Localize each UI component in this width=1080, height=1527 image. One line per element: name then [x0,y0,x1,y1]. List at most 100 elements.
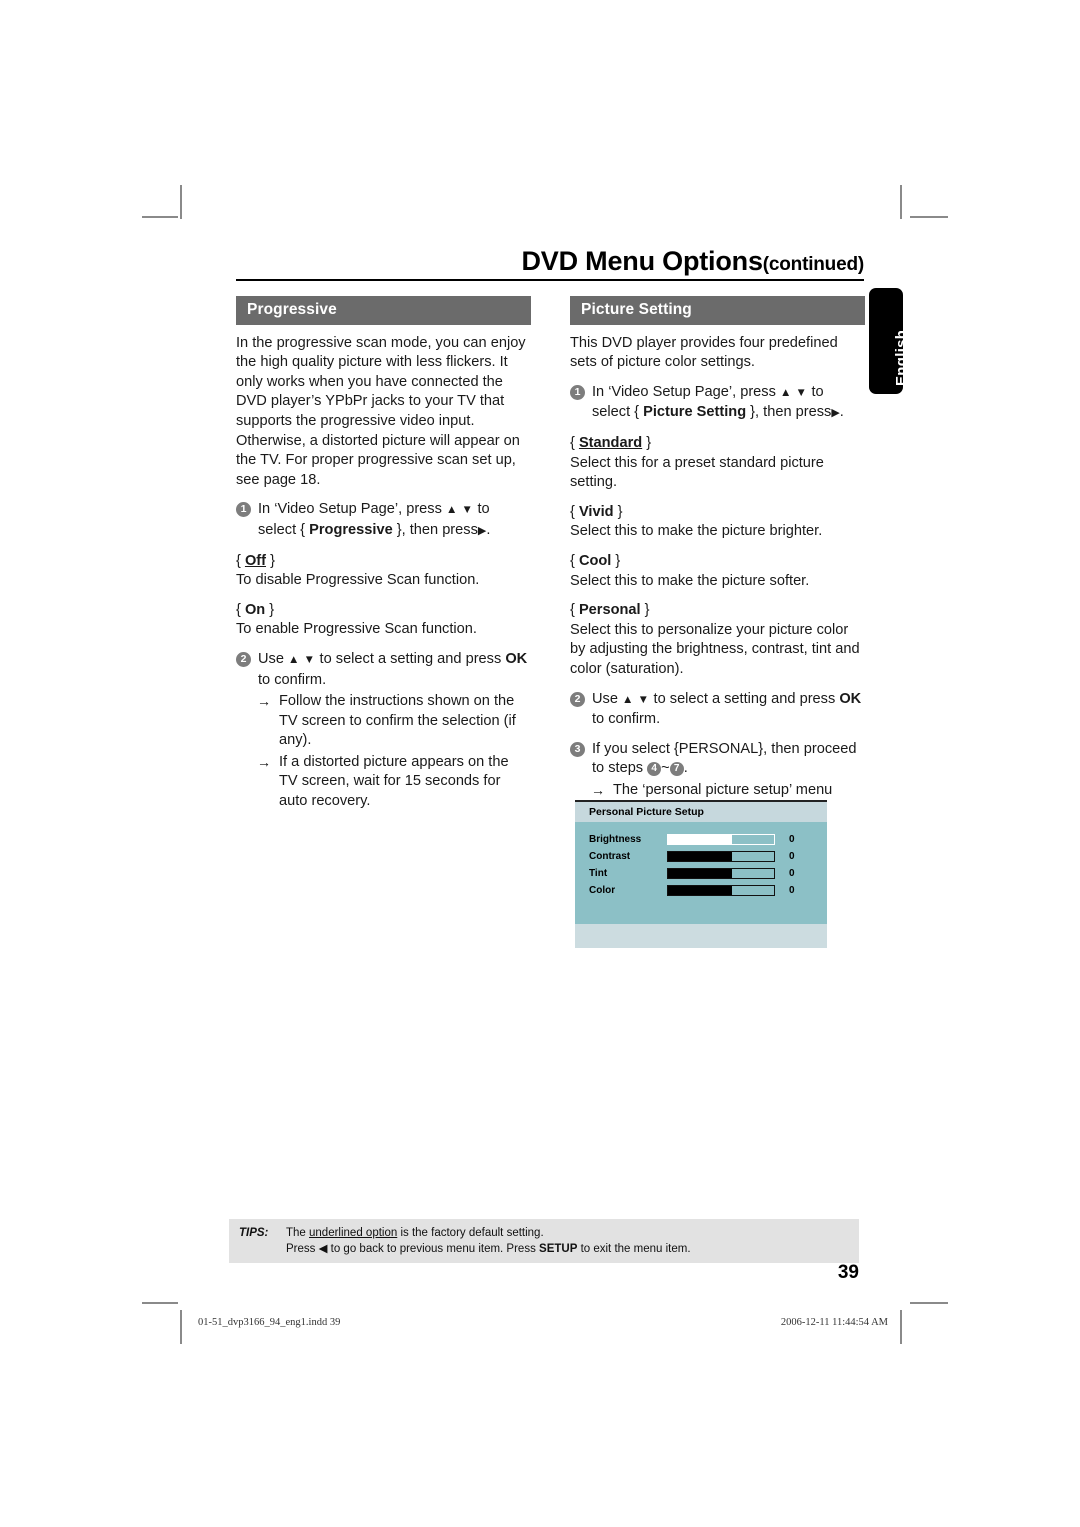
osd-slider-contrast[interactable] [667,850,775,862]
step-number-badge: 2 [570,691,585,707]
step-number-badge: 3 [570,741,585,757]
option-block-on: { On } To enable Progressive Scan functi… [236,601,531,640]
osd-title: Personal Picture Setup [575,802,827,822]
step-1-text-end: . [839,404,844,421]
crop-mark-top-left-horizontal [142,216,178,218]
brace-open: { [570,602,579,619]
step-1-text-end: . [486,521,491,538]
up-down-arrows-icon: ▲ ▼ [622,693,650,706]
option-desc-on: To enable Progressive Scan function. [236,621,477,638]
brace-open: { [236,552,245,569]
language-tab-label: English [893,329,910,386]
page-title: DVD Menu Options(continued) [236,247,864,279]
tips-line-2-pre: Press [286,1243,319,1255]
ok-button-reference: OK [839,690,862,707]
osd-row-tint[interactable]: Tint 0 [589,865,827,881]
tips-line-1-post: is the factory default setting. [397,1227,544,1239]
step-3-text-end: . [683,760,688,777]
brace-close: } [265,601,275,618]
right-arrow-icon: ▶ [831,407,840,420]
option-label-on: { On } [236,601,531,621]
option-label-vivid: { Vivid } [570,503,865,523]
step-2-text-pre: Use [258,650,284,667]
brace-close: } [611,552,621,569]
page-title-main: DVD Menu Options [521,246,763,276]
personal-picture-setup-menu: Personal Picture Setup Brightness 0 Cont… [575,800,827,948]
brace-open: { [236,601,245,618]
step-2-text-pre: Use [592,690,618,707]
tips-content: The underlined option is the factory def… [286,1225,691,1257]
osd-label-color: Color [589,884,616,896]
step-1-text-pre: In ‘Video Setup Page’, press [592,383,776,400]
up-down-arrows-icon: ▲ ▼ [445,504,474,517]
option-label-cool: { Cool } [570,552,865,572]
substep-text: If a distorted picture appears on the TV… [279,753,509,810]
osd-row-brightness[interactable]: Brightness 0 [589,831,827,847]
osd-slider-brightness[interactable] [667,833,775,845]
setup-button-reference: SETUP [539,1243,578,1255]
up-down-arrows-icon: ▲ ▼ [779,386,808,399]
option-block-vivid: { Vivid } Select this to make the pictur… [570,503,865,542]
imprint-timestamp: 2006-12-11 11:44:54 AM [780,1317,888,1328]
crop-mark-bottom-right-vertical [900,1310,902,1344]
step-2-text-post: to confirm. [592,711,661,728]
option-desc-off: To disable Progressive Scan function. [236,572,480,589]
brace-close: } [266,552,275,569]
picture-setting-intro-text: This DVD player provides four predefined… [570,334,838,371]
picture-setting-step-3: 3 If you select {PERSONAL}, then proceed… [570,740,865,779]
brace-close: } [640,602,650,619]
option-desc-cool: Select this to make the picture softer. [570,572,810,589]
step-1-text-pre: In ‘Video Setup Page’, press [258,501,442,518]
step-reference-badge-from: 4 [647,762,662,777]
option-name-text: Off [244,552,267,569]
option-name: Cool [578,552,612,569]
tips-label: TIPS: [239,1227,269,1239]
option-label-off: { Off } [236,552,531,572]
step-reference-badge-to: 7 [669,762,684,777]
language-tab-english: English [869,288,910,394]
osd-value-color: 0 [789,884,795,896]
option-block-off: { Off } To disable Progressive Scan func… [236,552,531,591]
option-desc-standard: Select this for a preset standard pictur… [570,454,824,491]
step-2-text-mid: to select a setting and press [653,690,836,707]
osd-slider-fill [668,885,732,895]
osd-slider-fill [668,851,732,861]
step-3-text-pre: If you select {PERSONAL}, then proceed t… [592,740,857,777]
osd-label-contrast: Contrast [589,850,631,862]
brace-close: } [642,434,652,451]
option-label-personal: { Personal } [570,601,865,621]
option-label-standard: { Standard } [570,434,865,454]
step-2-text-post: to confirm. [258,671,327,688]
osd-label-brightness: Brightness [589,833,642,845]
osd-slider-tint[interactable] [667,867,775,879]
section-header-progressive: Progressive [236,296,531,325]
title-rule [236,279,864,282]
osd-slider-color[interactable] [667,884,775,896]
option-desc-vivid: Select this to make the picture brighter… [570,523,823,540]
step-range-tilde: ~ [661,760,670,777]
osd-slider-fill [668,834,732,844]
step-2-text-mid: to select a setting and press [319,650,502,667]
option-block-standard: { Standard } Select this for a preset st… [570,434,865,493]
option-name: Off [245,553,266,569]
osd-row-color[interactable]: Color 0 [589,882,827,898]
crop-mark-bottom-right-horizontal [910,1302,948,1304]
option-name: On [244,601,266,618]
step-number-badge: 2 [236,651,251,667]
option-name-text: Standard [578,434,643,451]
osd-value-brightness: 0 [789,833,795,845]
osd-row-contrast[interactable]: Contrast 0 [589,848,827,864]
osd-rows: Brightness 0 Contrast 0 Tint 0 Color 0 [575,822,827,898]
picture-setting-step-2: 2 Use ▲ ▼ to select a setting and press … [570,690,865,730]
arrow-right-icon: → [257,753,271,770]
option-name: Standard [579,435,642,451]
step-1-text-post: }, then press [396,521,478,538]
progressive-substep-1: → Follow the instructions shown on the T… [257,692,531,751]
arrow-right-icon: → [257,693,271,710]
page-title-continued: (continued) [762,254,864,275]
tips-line-2: Press ◀ to go back to previous menu item… [286,1241,691,1257]
arrow-right-icon: → [591,781,605,798]
page-number: 39 [837,1262,859,1283]
step-1-text-post: }, then press [750,404,832,421]
step-number-badge: 1 [236,502,251,518]
